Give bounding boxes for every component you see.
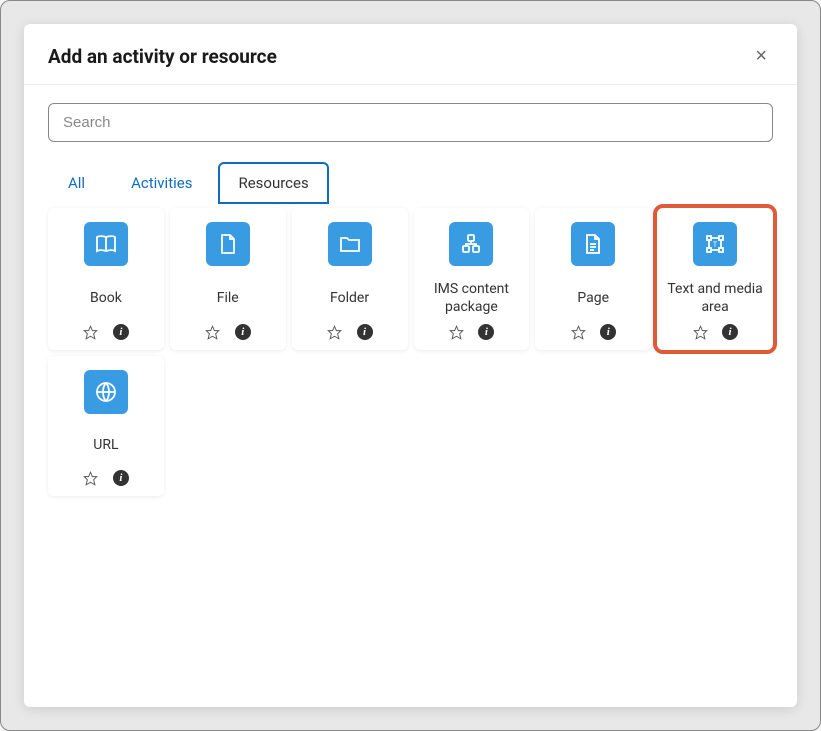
card-label: URL: [91, 428, 120, 462]
star-icon[interactable]: [83, 470, 99, 486]
resource-card-page[interactable]: Page i: [535, 208, 651, 350]
file-icon: [206, 222, 250, 266]
activity-chooser-modal: Add an activity or resource × All Activi…: [24, 24, 797, 707]
card-label: File: [215, 280, 241, 316]
info-icon[interactable]: i: [113, 470, 129, 486]
card-actions: i: [327, 324, 373, 340]
modal-body: All Activities Resources Book i File: [24, 85, 797, 707]
search-input[interactable]: [48, 103, 773, 142]
star-icon[interactable]: [327, 324, 343, 340]
package-icon: [449, 222, 493, 266]
info-icon[interactable]: i: [113, 324, 129, 340]
card-actions: i: [83, 324, 129, 340]
tab-resources[interactable]: Resources: [218, 162, 328, 204]
info-icon[interactable]: i: [478, 324, 494, 340]
resource-card-book[interactable]: Book i: [48, 208, 164, 350]
resource-grid: Book i File i Fold: [48, 208, 773, 496]
card-actions: i: [205, 324, 251, 340]
star-icon[interactable]: [448, 324, 464, 340]
card-actions: i: [692, 324, 738, 340]
info-icon[interactable]: i: [600, 324, 616, 340]
tabs: All Activities Resources: [48, 162, 773, 204]
card-label: Folder: [328, 280, 371, 316]
modal-header: Add an activity or resource ×: [24, 24, 797, 85]
svg-text:T: T: [713, 241, 718, 249]
resource-card-ims[interactable]: IMS content package i: [414, 208, 530, 350]
card-label: Book: [88, 280, 124, 316]
info-icon[interactable]: i: [722, 324, 738, 340]
folder-icon: [328, 222, 372, 266]
star-icon[interactable]: [83, 324, 99, 340]
textmedia-icon: T: [693, 222, 737, 266]
page-icon: [571, 222, 615, 266]
resource-card-textmedia[interactable]: T Text and media area i: [657, 208, 773, 350]
card-actions: i: [83, 470, 129, 486]
info-icon[interactable]: i: [235, 324, 251, 340]
tab-all[interactable]: All: [48, 162, 105, 204]
close-button[interactable]: ×: [749, 44, 773, 68]
star-icon[interactable]: [570, 324, 586, 340]
card-actions: i: [570, 324, 616, 340]
card-label: Page: [575, 280, 611, 316]
card-label: IMS content package: [420, 280, 524, 316]
resource-card-file[interactable]: File i: [170, 208, 286, 350]
info-icon[interactable]: i: [357, 324, 373, 340]
tab-activities[interactable]: Activities: [111, 162, 212, 204]
modal-title: Add an activity or resource: [48, 45, 277, 68]
star-icon[interactable]: [205, 324, 221, 340]
card-label: Text and media area: [663, 280, 767, 316]
card-actions: i: [448, 324, 494, 340]
star-icon[interactable]: [692, 324, 708, 340]
resource-card-url[interactable]: URL i: [48, 356, 164, 496]
resource-card-folder[interactable]: Folder i: [292, 208, 408, 350]
book-icon: [84, 222, 128, 266]
globe-icon: [84, 370, 128, 414]
